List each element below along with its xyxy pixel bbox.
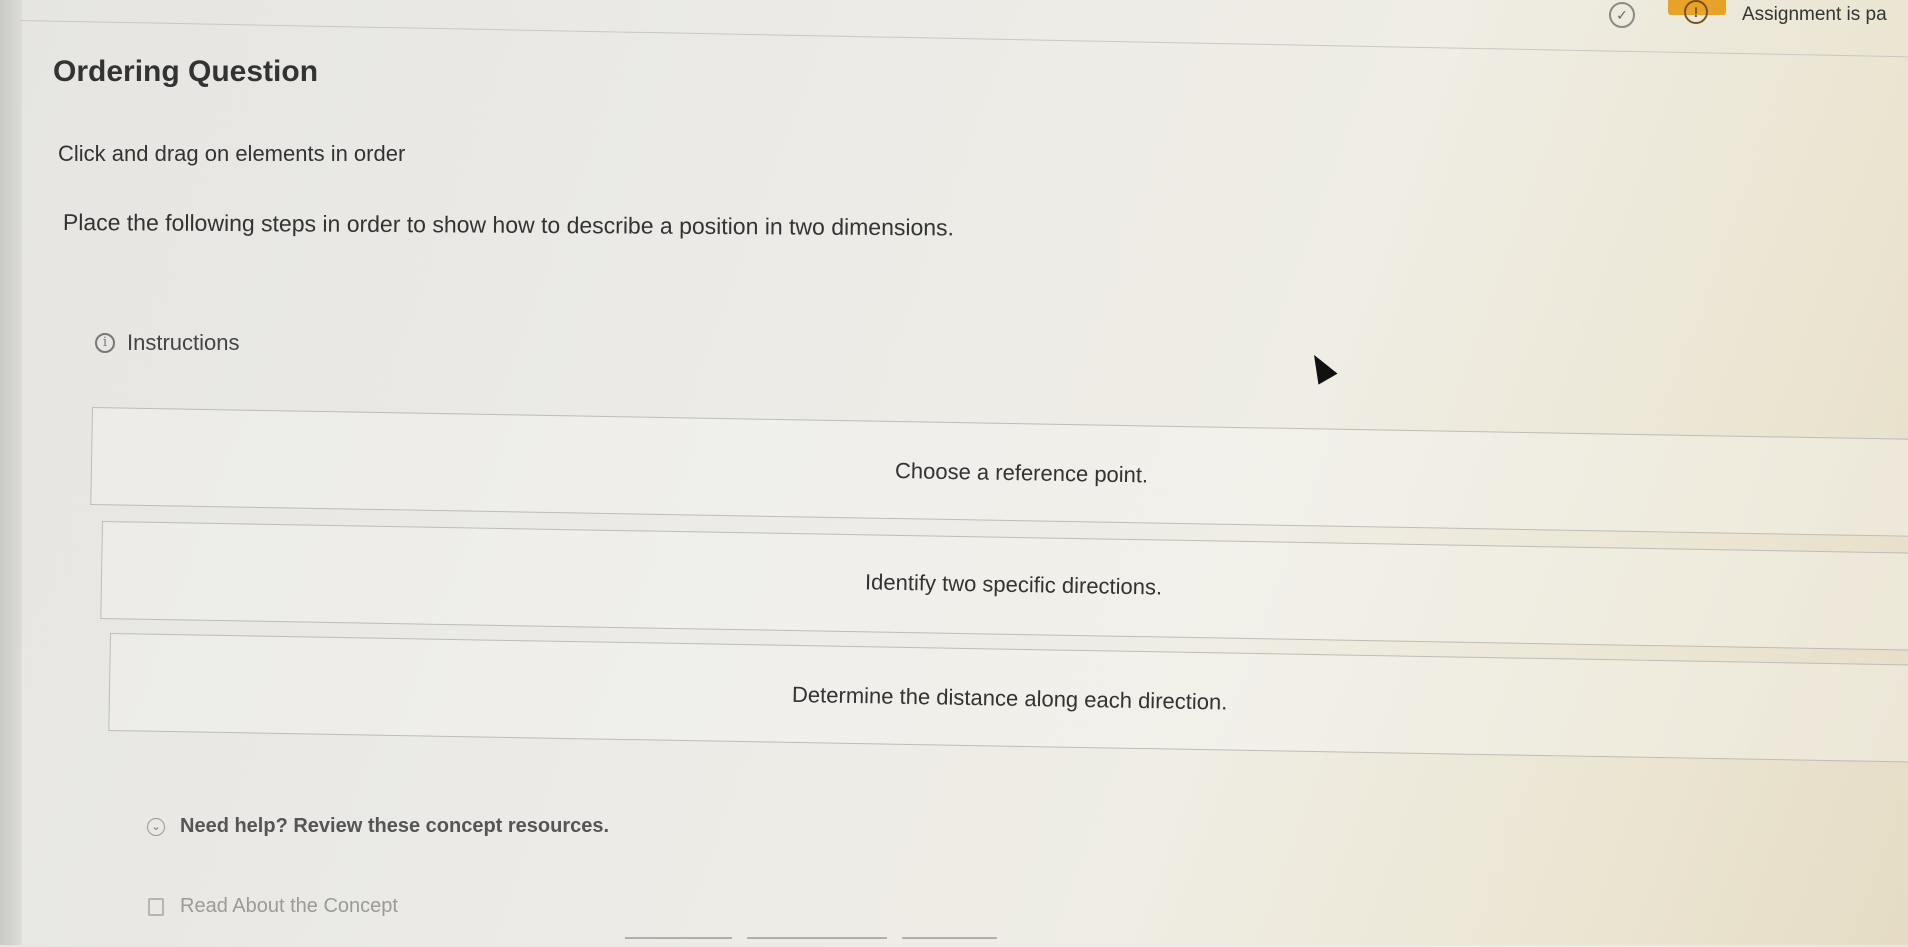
drag-item[interactable]: Choose a reference point. bbox=[90, 407, 1908, 538]
question-instruction: Click and drag on elements in order bbox=[58, 141, 406, 166]
assignment-status-text: Assignment is pa bbox=[1742, 4, 1887, 25]
instructions-label: Instructions bbox=[127, 330, 240, 355]
page-title: Ordering Question bbox=[53, 55, 319, 88]
bottom-tab[interactable] bbox=[902, 937, 997, 947]
check-icon[interactable]: ✓ bbox=[1609, 2, 1635, 28]
bottom-tab[interactable] bbox=[747, 937, 887, 947]
drag-item-label: Determine the distance along each direct… bbox=[791, 681, 1228, 715]
top-bar: ✓ ! Assignment is pa bbox=[0, 0, 1908, 58]
instructions-toggle[interactable]: i Instructions bbox=[95, 330, 240, 356]
info-icon: i bbox=[95, 333, 115, 353]
left-edge-shadow bbox=[0, 0, 22, 945]
mouse-cursor-icon bbox=[1304, 349, 1338, 385]
book-icon bbox=[148, 897, 164, 916]
read-concept-label: Read About the Concept bbox=[180, 895, 398, 917]
drag-item-label: Identify two specific directions. bbox=[864, 569, 1163, 600]
drag-item-label: Choose a reference point. bbox=[894, 458, 1149, 488]
alert-icon[interactable]: ! bbox=[1684, 0, 1708, 24]
drag-item[interactable]: Determine the distance along each direct… bbox=[108, 633, 1908, 764]
help-resources-toggle[interactable]: ⌄ Need help? Review these concept resour… bbox=[147, 815, 609, 838]
read-concept-link[interactable]: Read About the Concept bbox=[148, 895, 398, 918]
help-label: Need help? Review these concept resource… bbox=[180, 815, 610, 837]
bottom-tab[interactable] bbox=[625, 937, 732, 947]
question-prompt: Place the following steps in order to sh… bbox=[62, 209, 955, 241]
drag-item[interactable]: Identify two specific directions. bbox=[100, 521, 1908, 652]
chevron-down-icon: ⌄ bbox=[147, 817, 165, 836]
